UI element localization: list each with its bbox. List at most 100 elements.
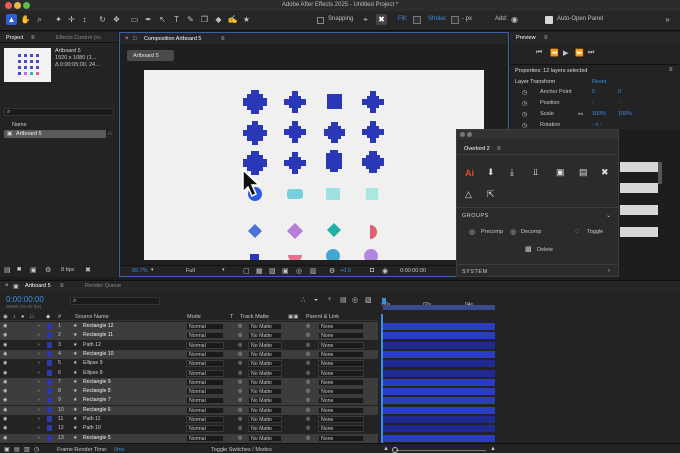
- add-property-icon[interactable]: ◉: [509, 14, 520, 25]
- tab-render-queue[interactable]: Render Queue: [85, 283, 121, 289]
- expand-layer-icon[interactable]: ›: [38, 435, 40, 441]
- layer-duration-bar[interactable]: [383, 388, 495, 396]
- play-icon[interactable]: ▶: [563, 49, 568, 57]
- toggle-button[interactable]: Toggle: [587, 229, 603, 235]
- snapshot-icon[interactable]: ▣: [282, 267, 289, 275]
- visibility-eye-icon[interactable]: ◉: [3, 397, 8, 403]
- track-matte-dropdown[interactable]: No Matte: [248, 332, 282, 340]
- zoom-window-button[interactable]: [23, 2, 30, 9]
- zoom-level[interactable]: 65.7%: [132, 268, 148, 274]
- visibility-eye-icon[interactable]: ◉: [3, 416, 8, 422]
- blend-mode-dropdown[interactable]: Normal: [186, 388, 224, 396]
- layer-duration-bar[interactable]: [383, 323, 495, 330]
- brush-tool-icon[interactable]: ✎: [185, 14, 196, 25]
- camera-snapshot-icon[interactable]: ◘: [370, 267, 374, 274]
- comp-mini-flowchart-icon[interactable]: ∴: [301, 296, 305, 304]
- rotation-value[interactable]: - x -: [592, 122, 601, 128]
- layer-duration-bar[interactable]: [383, 425, 495, 433]
- layer-label-color[interactable]: [47, 434, 52, 441]
- layer-name[interactable]: Ellipse 9: [83, 360, 103, 366]
- delete-button[interactable]: Delete: [537, 247, 553, 253]
- layer-name[interactable]: Rectangle 12: [83, 323, 114, 329]
- new-folder-icon[interactable]: ■: [17, 266, 21, 273]
- layer-label-color[interactable]: [47, 323, 52, 329]
- workspace-icon[interactable]: »: [662, 14, 673, 25]
- parent-dropdown[interactable]: None: [318, 369, 364, 377]
- toggle-switches-icon[interactable]: ▣: [4, 446, 10, 453]
- parent-dropdown[interactable]: None: [318, 323, 364, 330]
- fill-swatch[interactable]: [413, 16, 421, 24]
- track-matte-dropdown[interactable]: No Matte: [248, 425, 282, 433]
- parent-link-header[interactable]: Parent & Link: [306, 314, 339, 320]
- project-settings-icon[interactable]: ⚙: [45, 266, 51, 274]
- matte-link-icon[interactable]: ◎: [238, 379, 243, 385]
- layer-row[interactable]: ◉ › 8 ★ Rectangle 8 Normal ◎ No Matte ◎ None: [0, 387, 378, 397]
- tab-composition[interactable]: Composition Artboard 5: [144, 36, 201, 42]
- layer-name[interactable]: Rectangle 8: [83, 388, 111, 394]
- stroke-width-value[interactable]: - px: [462, 16, 472, 22]
- parent-dropdown[interactable]: None: [318, 434, 364, 442]
- layer-name[interactable]: Rectangle 6: [83, 407, 111, 413]
- layer-duration-bar[interactable]: [383, 360, 495, 368]
- interpret-footage-icon[interactable]: ▤: [4, 266, 11, 274]
- layer-row[interactable]: ◉ › 6 ★ Ellipse 8 Normal ◎ No Matte ◎ None: [0, 369, 378, 378]
- next-frame-icon[interactable]: ⏩: [575, 49, 584, 57]
- visibility-eye-icon[interactable]: ◉: [3, 407, 8, 413]
- last-frame-icon[interactable]: ⏭: [588, 49, 594, 57]
- properties-scrollbar[interactable]: [658, 162, 662, 184]
- decomp-icon[interactable]: ◎: [510, 228, 516, 236]
- dolly-camera-icon[interactable]: ↕: [79, 14, 90, 25]
- orbit-camera-icon[interactable]: ✦: [53, 14, 64, 25]
- project-menu-icon[interactable]: ≡: [31, 35, 35, 41]
- expand-layer-icon[interactable]: ›: [38, 416, 40, 422]
- track-matte-header[interactable]: Track Matte: [240, 314, 269, 320]
- work-area-bar[interactable]: [383, 305, 495, 310]
- comp-canvas[interactable]: [144, 70, 484, 263]
- path-icon[interactable]: △: [465, 189, 472, 200]
- selection-tool-icon[interactable]: ▲: [6, 14, 17, 25]
- tab-timeline-artboard[interactable]: Artboard 5: [25, 283, 51, 289]
- precomp-icon[interactable]: ◎: [469, 228, 475, 236]
- precomp-button[interactable]: Precomp: [481, 229, 503, 235]
- constrain-proportions-icon[interactable]: ⚯: [578, 111, 583, 118]
- preview-icon[interactable]: ◉: [382, 267, 388, 275]
- parent-dropdown[interactable]: None: [318, 416, 364, 423]
- matte-link-icon[interactable]: ◎: [238, 342, 243, 348]
- eraser-tool-icon[interactable]: ◆: [213, 14, 224, 25]
- parent-dropdown[interactable]: None: [318, 341, 364, 349]
- visibility-eye-icon[interactable]: ◉: [3, 351, 8, 357]
- composition-menu-icon[interactable]: ≡: [221, 36, 225, 42]
- tab-project[interactable]: Project: [6, 35, 23, 41]
- lock-icon[interactable]: □: [133, 36, 137, 42]
- parent-pickwhip-icon[interactable]: ◎: [306, 388, 311, 394]
- layer-duration-bar[interactable]: [383, 350, 495, 358]
- matte-link-icon[interactable]: ◎: [238, 416, 243, 422]
- layer-name[interactable]: Rectangle 9: [83, 379, 111, 385]
- track-matte-dropdown[interactable]: No Matte: [248, 323, 282, 330]
- toggle-icon[interactable]: ◌: [575, 228, 579, 235]
- stopwatch-anchor-icon[interactable]: ◷: [522, 89, 527, 96]
- motion-blur-icon[interactable]: ◎: [352, 296, 358, 304]
- expand-layer-icon[interactable]: ›: [38, 360, 40, 366]
- push-filter-icon[interactable]: ⫫: [533, 167, 538, 178]
- zoom-out-icon[interactable]: ▲: [383, 446, 389, 452]
- toggle-in-out-icon[interactable]: ▥: [24, 446, 30, 453]
- layer-label-color[interactable]: [47, 388, 52, 395]
- graph-editor-icon[interactable]: ▧: [365, 296, 372, 304]
- anchor-y-value[interactable]: 0: [618, 89, 621, 95]
- delete-icon[interactable]: ▩: [525, 245, 532, 253]
- export-icon[interactable]: ⇱: [487, 189, 495, 200]
- parent-pickwhip-icon[interactable]: ◎: [306, 370, 311, 376]
- visibility-eye-icon[interactable]: ◉: [3, 388, 8, 394]
- pan-behind-tool-icon[interactable]: ❖: [111, 14, 122, 25]
- push-to-ae-icon[interactable]: ⬇: [487, 167, 495, 178]
- snap-options-icon[interactable]: ⌖: [360, 14, 371, 25]
- blend-mode-dropdown[interactable]: Normal: [186, 406, 224, 414]
- scale-x-value[interactable]: 100%: [592, 111, 606, 117]
- tab-preview[interactable]: Preview: [516, 35, 536, 41]
- layer-label-color[interactable]: [47, 341, 52, 348]
- transparency-grid-icon[interactable]: ▦: [256, 267, 263, 275]
- toggle-render-time-icon[interactable]: ◷: [34, 446, 39, 453]
- visibility-eye-icon[interactable]: ◉: [3, 435, 8, 441]
- matte-link-icon[interactable]: ◎: [238, 388, 243, 394]
